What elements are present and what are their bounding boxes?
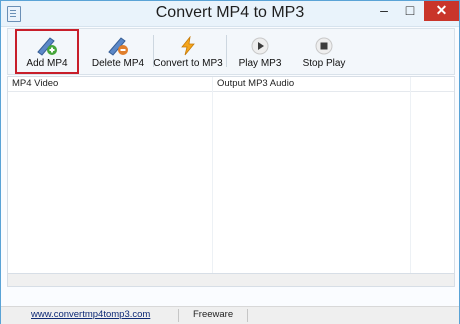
- add-mp4-label: Add MP4: [26, 58, 68, 69]
- status-bar: www.convertmp4tomp3.com Freeware: [1, 306, 459, 324]
- table-header: MP4 Video Output MP3 Audio: [8, 77, 454, 92]
- stop-play-label: Stop Play: [302, 58, 346, 69]
- title-bar: Convert MP4 to MP3 – □ ✕: [1, 1, 459, 27]
- maximize-button[interactable]: □: [398, 1, 422, 21]
- delete-mp4-button[interactable]: Delete MP4: [86, 29, 150, 74]
- status-separator: [178, 309, 179, 322]
- file-list-table[interactable]: MP4 Video Output MP3 Audio: [7, 76, 455, 274]
- column-divider: [410, 77, 411, 273]
- toolbar: Add MP4 Delete MP4 Convert to MP3 Play M…: [7, 28, 455, 75]
- column-header-output-mp3-audio[interactable]: Output MP3 Audio: [213, 77, 413, 91]
- play-mp3-button[interactable]: Play MP3: [230, 29, 290, 74]
- lightning-icon: [177, 35, 199, 56]
- add-mp4-button[interactable]: Add MP4: [15, 29, 79, 74]
- convert-to-mp3-label: Convert to MP3: [153, 58, 223, 69]
- horizontal-scrollbar[interactable]: [7, 273, 455, 287]
- film-plus-icon: [36, 36, 58, 56]
- app-window: Convert MP4 to MP3 – □ ✕ Add MP4 Delete …: [0, 0, 460, 324]
- toolbar-separator: [226, 35, 227, 67]
- film-minus-icon: [107, 36, 129, 56]
- delete-mp4-label: Delete MP4: [91, 58, 145, 69]
- minimize-button[interactable]: –: [372, 1, 396, 21]
- column-divider: [212, 77, 213, 273]
- play-icon: [249, 36, 271, 56]
- play-mp3-label: Play MP3: [238, 58, 282, 69]
- close-button[interactable]: ✕: [424, 1, 459, 21]
- edition-label: Freeware: [193, 309, 234, 320]
- status-separator: [247, 309, 248, 322]
- column-header-mp4-video[interactable]: MP4 Video: [8, 77, 212, 91]
- stop-play-button[interactable]: Stop Play: [294, 29, 354, 74]
- website-link[interactable]: www.convertmp4tomp3.com: [31, 309, 150, 320]
- stop-icon: [313, 36, 335, 56]
- convert-to-mp3-button[interactable]: Convert to MP3: [153, 29, 223, 74]
